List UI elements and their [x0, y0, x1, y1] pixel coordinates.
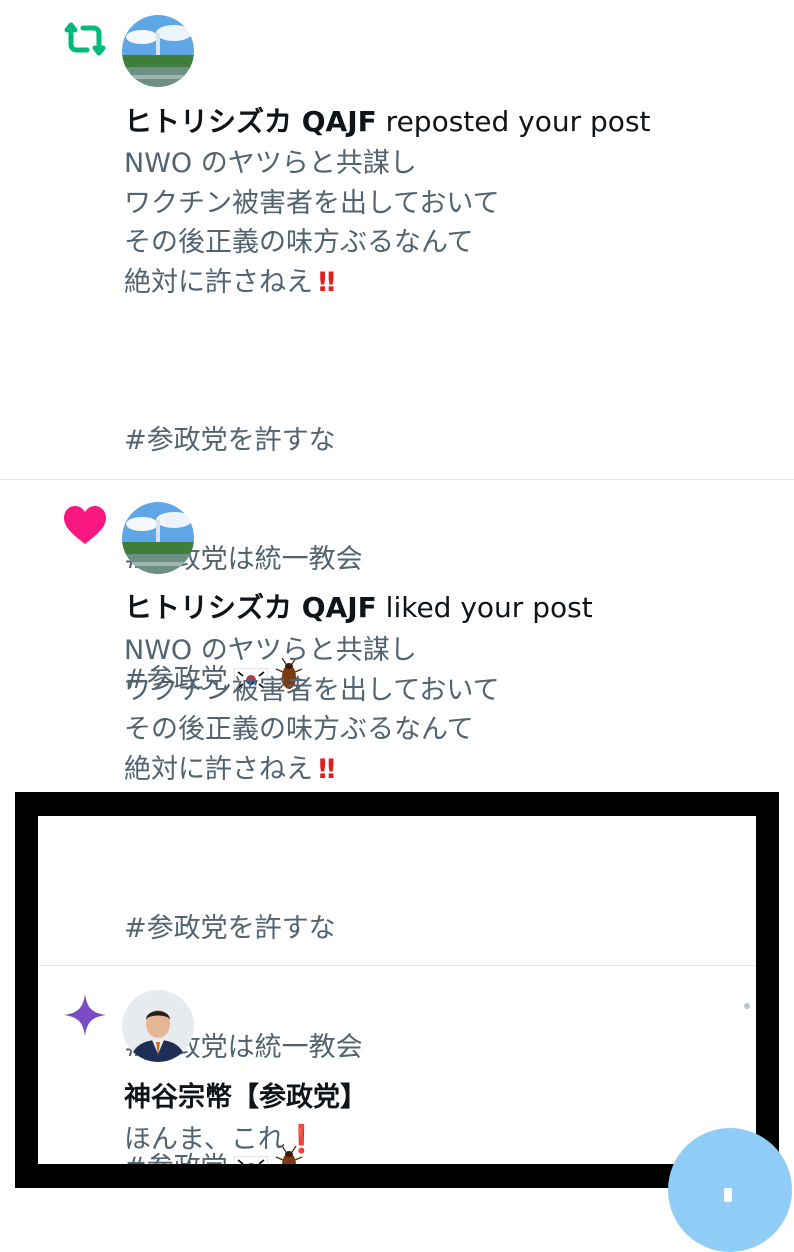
heart-icon — [64, 506, 106, 544]
more-options-icon[interactable] — [744, 1003, 750, 1009]
redacted-content: #参政党を許すな #参政党は統一教会 #参政党 神谷宗幣【参政党】 ほんま、これ… — [38, 816, 756, 1164]
user-name[interactable]: ヒトリシズカ QAJF — [124, 591, 377, 624]
user-name[interactable]: 神谷宗幣【参政党】 — [124, 1078, 367, 1118]
notification-headline: ヒトリシズカ QAJF reposted your post — [124, 102, 651, 142]
action-text: reposted your post — [376, 105, 651, 138]
post-text: ほんま、これ❗ — [124, 1124, 319, 1155]
double-exclamation-icon: ‼ — [313, 266, 335, 298]
notification-repost[interactable]: ヒトリシズカ QAJF reposted your post NWO のヤツらと… — [0, 0, 794, 695]
avatar[interactable] — [122, 990, 194, 1062]
repost-icon — [64, 22, 106, 56]
notification-headline: ヒトリシズカ QAJF liked your post — [124, 588, 593, 628]
post-text: NWO のヤツらと共謀し ワクチン被害者を出しておいて その後正義の味方ぶるなん… — [124, 148, 500, 298]
avatar[interactable] — [122, 15, 194, 87]
user-name[interactable]: ヒトリシズカ QAJF — [124, 105, 377, 138]
exclamation-icon: ❗ — [284, 1124, 319, 1155]
double-exclamation-icon: ‼ — [313, 753, 335, 785]
hashtag[interactable]: #参政党を許すな — [124, 421, 363, 461]
action-text: liked your post — [376, 591, 593, 624]
hashtag[interactable]: #参政党を許すな — [124, 909, 363, 949]
notification-recommended[interactable]: 神谷宗幣【参政党】 ほんま、これ❗ — [38, 966, 756, 1164]
avatar[interactable] — [122, 502, 194, 574]
sparkle-icon — [64, 994, 106, 1036]
post-text: NWO のヤツらと共謀し ワクチン被害者を出しておいて その後正義の味方ぶるなん… — [124, 635, 500, 785]
